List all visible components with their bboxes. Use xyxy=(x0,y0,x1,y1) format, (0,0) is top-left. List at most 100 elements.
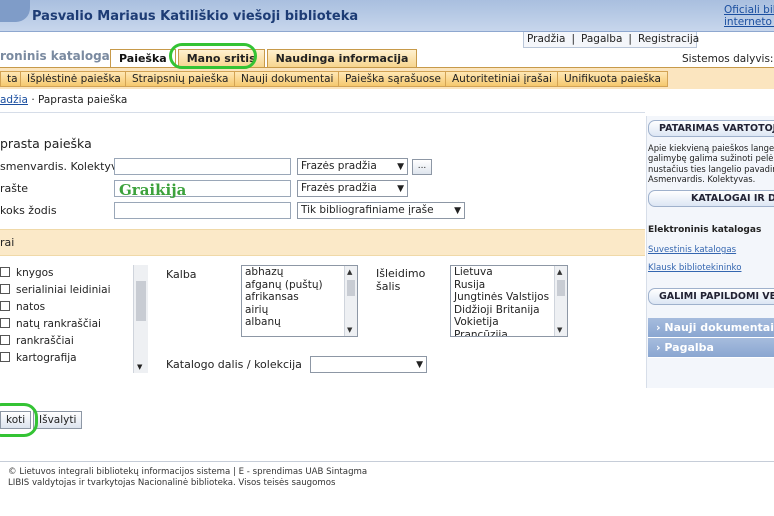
ask-librarian-link[interactable]: Klausk bibliotekininko xyxy=(648,263,741,273)
checkbox[interactable] xyxy=(0,352,10,362)
help-link[interactable]: Pagalba xyxy=(578,33,625,45)
home-link[interactable]: Pradžia xyxy=(524,33,568,45)
title-mode-select[interactable]: Frazės pradžia ▼ xyxy=(297,180,408,197)
subnav-item-straipsniu[interactable]: Straipsnių paieška xyxy=(125,71,236,87)
subnav-item-nauji[interactable]: Nauji dokumentai xyxy=(234,71,341,87)
top-banner: Pasvalio Mariaus Katiliškio viešoji bibl… xyxy=(0,0,774,32)
breadcrumb: adžia · Paprasta paieška xyxy=(0,94,127,106)
type-option-knygos[interactable]: knygos xyxy=(0,267,54,283)
keyword-mode-value: Tik bibliografiniame įraše xyxy=(301,204,434,216)
catalog-part-select[interactable]: ▼ xyxy=(310,356,427,373)
search-subnav: ta Išplėstinė paieška Straipsnių paieška… xyxy=(0,67,774,89)
type-list-scrollbar[interactable]: ▼ xyxy=(133,265,148,373)
author-input[interactable] xyxy=(114,158,291,175)
list-item[interactable]: albanų xyxy=(242,316,357,329)
scroll-down-icon[interactable]: ▼ xyxy=(557,326,562,334)
type-option-serialiniai[interactable]: serialiniai leidiniai xyxy=(0,284,111,300)
checkbox[interactable] xyxy=(0,318,10,328)
advice-header: PATARIMAS VARTOTOJ xyxy=(648,120,774,137)
official-link-line-1: Oficiali bib xyxy=(724,4,774,16)
author-mode-select[interactable]: Frazės pradžia ▼ xyxy=(297,158,408,175)
type-label: natų rankraščiai xyxy=(16,318,101,330)
type-option-kartografija[interactable]: kartografija xyxy=(0,352,77,368)
keyword-mode-select[interactable]: Tik bibliografiniame įraše ▼ xyxy=(297,202,465,219)
electronic-catalog-link[interactable]: Elektroninis katalogas xyxy=(648,225,761,235)
list-item[interactable]: airių xyxy=(242,304,357,317)
checkbox[interactable] xyxy=(0,267,10,277)
scroll-down-icon[interactable]: ▼ xyxy=(137,363,142,371)
type-label: kartografija xyxy=(16,352,77,364)
country-label: Išleidimo šalis xyxy=(376,267,426,293)
catalog-title: roninis katalogas xyxy=(0,49,117,63)
tab-naudinga-informacija[interactable]: Naudinga informacija xyxy=(266,49,418,67)
document-type-list: knygos serialiniai leidiniai natos natų … xyxy=(0,265,148,373)
list-item[interactable]: afrikansas xyxy=(242,291,357,304)
union-catalog-link[interactable]: Suvestinis katalogas xyxy=(648,245,736,255)
type-label: rankraščiai xyxy=(16,335,74,347)
form-title: prasta paieška xyxy=(0,136,92,151)
list-item[interactable]: Didžioji Britanija xyxy=(451,304,567,317)
advice-line: galimybę galima sužinoti pelės xyxy=(648,153,774,164)
clear-button[interactable]: Išvalyti xyxy=(33,411,83,429)
extra-actions-header: GALIMI PAPILDOMI VEIK xyxy=(648,288,774,305)
footer-line-2: LIBIS valdytojas ir tvarkytojas Nacional… xyxy=(8,478,336,488)
sidebar-nav-new-documents[interactable]: › Nauji dokumentai xyxy=(648,318,774,338)
scroll-thumb[interactable] xyxy=(347,280,355,296)
sidebar-nav-label: Nauji dokumentai xyxy=(664,321,774,334)
breadcrumb-home-link[interactable]: adžia xyxy=(0,94,28,106)
official-site-link[interactable]: Oficiali bib interneto s xyxy=(724,4,774,28)
sidebar-nav-help[interactable]: › Pagalba xyxy=(648,338,774,358)
keyword-input[interactable] xyxy=(114,202,291,219)
list-item[interactable]: afganų (puštų) xyxy=(242,279,357,292)
footer: © Lietuvos integrali bibliotekų informac… xyxy=(8,467,367,489)
chevron-down-icon: ▼ xyxy=(397,184,404,194)
type-option-rankrasciai[interactable]: rankraščiai xyxy=(0,335,74,351)
scroll-down-icon[interactable]: ▼ xyxy=(347,326,352,334)
type-option-natu-rankrasciai[interactable]: natų rankraščiai xyxy=(0,318,101,334)
list-item[interactable]: Vokietija xyxy=(451,316,567,329)
field-label-author: smenvardis. Kolektyvas xyxy=(0,160,130,173)
chevron-down-icon: ▼ xyxy=(416,360,423,370)
language-listbox[interactable]: abhazų afganų (puštų) afrikansas airių a… xyxy=(241,265,358,337)
country-listbox[interactable]: Lietuva Rusija Jungtinės Valstijos Didži… xyxy=(450,265,568,337)
official-link-line-2: interneto s xyxy=(724,16,774,28)
country-scrollbar[interactable]: ▲ ▼ xyxy=(554,266,567,336)
list-item[interactable]: Rusija xyxy=(451,279,567,292)
subnav-item-autoritetiniai[interactable]: Autoritetiniai įrašai xyxy=(445,71,559,87)
register-link[interactable]: Registracija xyxy=(635,33,702,45)
checkbox[interactable] xyxy=(0,284,10,294)
list-item[interactable]: abhazų xyxy=(242,266,357,279)
list-item[interactable]: Prancūzija xyxy=(451,329,567,336)
catalogs-header: KATALOGAI IR DB xyxy=(648,190,774,207)
type-label: knygos xyxy=(16,267,54,279)
site-title: Pasvalio Mariaus Katiliškio viešoji bibl… xyxy=(32,9,359,24)
subnav-item-isplestine[interactable]: Išplėstinė paieška xyxy=(20,71,128,87)
type-option-natos[interactable]: natos xyxy=(0,301,45,317)
separator: | xyxy=(571,33,575,45)
scroll-thumb[interactable] xyxy=(557,280,565,296)
scroll-up-icon[interactable]: ▲ xyxy=(347,268,352,276)
field-label-title: rašte xyxy=(0,182,29,195)
type-label: serialiniai leidiniai xyxy=(16,284,111,296)
author-lookup-button[interactable]: ... xyxy=(412,159,432,175)
divider xyxy=(0,112,645,113)
language-scrollbar[interactable]: ▲ ▼ xyxy=(344,266,357,336)
country-label-line-2: šalis xyxy=(376,279,401,293)
title-mode-value: Frazės pradžia xyxy=(301,182,377,194)
green-highlight-mark xyxy=(169,43,257,69)
scroll-up-icon[interactable]: ▲ xyxy=(557,268,562,276)
footer-divider xyxy=(0,461,774,462)
checkbox[interactable] xyxy=(0,301,10,311)
subnav-item-unifikuota[interactable]: Unifikuota paieška xyxy=(557,71,668,87)
country-label-line-1: Išleidimo xyxy=(376,267,426,280)
list-item[interactable]: Jungtinės Valstijos xyxy=(451,291,567,304)
advice-line: Asmenvardis. Kolektyvas. xyxy=(648,174,756,185)
advice-line: Apie kiekvieną paieškos langelį xyxy=(648,143,774,153)
author-mode-value: Frazės pradžia xyxy=(301,160,377,172)
scroll-thumb[interactable] xyxy=(136,281,146,321)
subnav-item-sarasuose[interactable]: Paieška sąrašuose xyxy=(338,71,448,87)
system-participant-label: Sistemos dalyvis: S xyxy=(682,53,774,65)
checkbox[interactable] xyxy=(0,335,10,345)
list-item[interactable]: Lietuva xyxy=(451,266,567,279)
tab-paieska[interactable]: Paieška xyxy=(110,49,176,67)
